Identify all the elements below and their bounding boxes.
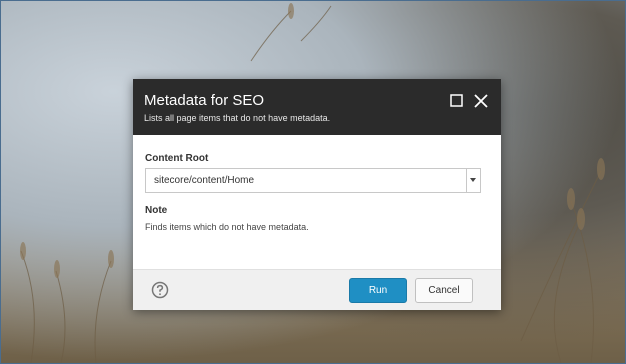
close-icon[interactable] (473, 93, 489, 109)
content-root-label: Content Root (145, 153, 209, 164)
cancel-button[interactable]: Cancel (415, 278, 473, 303)
dialog-footer: Run Cancel (133, 269, 501, 310)
chevron-down-icon (470, 178, 476, 182)
note-label: Note (145, 205, 168, 216)
dialog-header: Metadata for SEO Lists all page items th… (133, 79, 501, 135)
run-button[interactable]: Run (349, 278, 407, 303)
dialog-body: Content Root sitecore/content/Home Note … (133, 135, 501, 269)
dropdown-toggle[interactable] (466, 169, 480, 192)
content-root-select[interactable]: sitecore/content/Home (145, 168, 481, 193)
content-root-value: sitecore/content/Home (154, 175, 255, 186)
dialog-title: Metadata for SEO (144, 92, 265, 109)
metadata-seo-dialog: Metadata for SEO Lists all page items th… (133, 79, 501, 310)
maximize-icon[interactable] (449, 93, 465, 109)
desktop-background: Metadata for SEO Lists all page items th… (0, 0, 626, 364)
note-text: Finds items which do not have metadata. (145, 222, 309, 232)
help-icon[interactable] (151, 281, 169, 299)
dialog-subtitle: Lists all page items that do not have me… (144, 113, 331, 123)
